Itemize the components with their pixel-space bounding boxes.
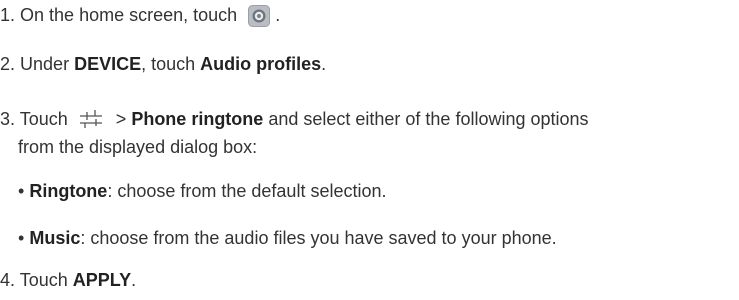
step-1-number: 1. [0, 5, 16, 25]
step-4-pre: Touch [19, 270, 68, 290]
step-3-continuation: from the displayed dialog box: [18, 137, 258, 157]
step-3-pre: Touch [19, 109, 68, 129]
step-1: 1. On the home screen, touch . [0, 4, 280, 27]
step-1-text: On the home screen, touch [20, 5, 238, 25]
option-music-desc: : choose from the audio files you have s… [80, 228, 557, 248]
step-4-end: . [131, 270, 137, 290]
step-2-audio-profiles-label: Audio profiles [200, 54, 322, 74]
step-4: 4. Touch APPLY. [0, 269, 136, 291]
step-1-end: . [275, 5, 281, 25]
option-ringtone-desc: : choose from the default selection. [107, 181, 387, 201]
step-3: 3. Touch > Phone ringtone and select eit… [0, 108, 589, 130]
sliders-adjust-icon [79, 110, 102, 128]
step-4-apply-label: APPLY [72, 270, 132, 290]
step-2-mid: , touch [141, 54, 196, 74]
step-2-end: . [321, 54, 327, 74]
bullet: • [18, 228, 25, 248]
settings-gear-icon [248, 5, 271, 27]
step-3-post: and select either of the following optio… [268, 109, 589, 129]
step-4-number: 4. [0, 270, 16, 290]
option-music-label: Music [29, 228, 81, 248]
step-2-device-label: DEVICE [74, 54, 142, 74]
step-2: 2. Under DEVICE, touch Audio profiles. [0, 53, 326, 75]
step-2-pre: Under [20, 54, 70, 74]
option-ringtone: • Ringtone: choose from the default sele… [18, 180, 387, 202]
step-3-number: 3. [0, 109, 16, 129]
step-3-phone-ringtone-label: Phone ringtone [131, 109, 264, 129]
option-music: • Music: choose from the audio files you… [18, 227, 557, 249]
bullet: • [18, 181, 25, 201]
step-3-separator: > [115, 109, 127, 129]
option-ringtone-label: Ringtone [29, 181, 108, 201]
step-2-number: 2. [0, 54, 16, 74]
